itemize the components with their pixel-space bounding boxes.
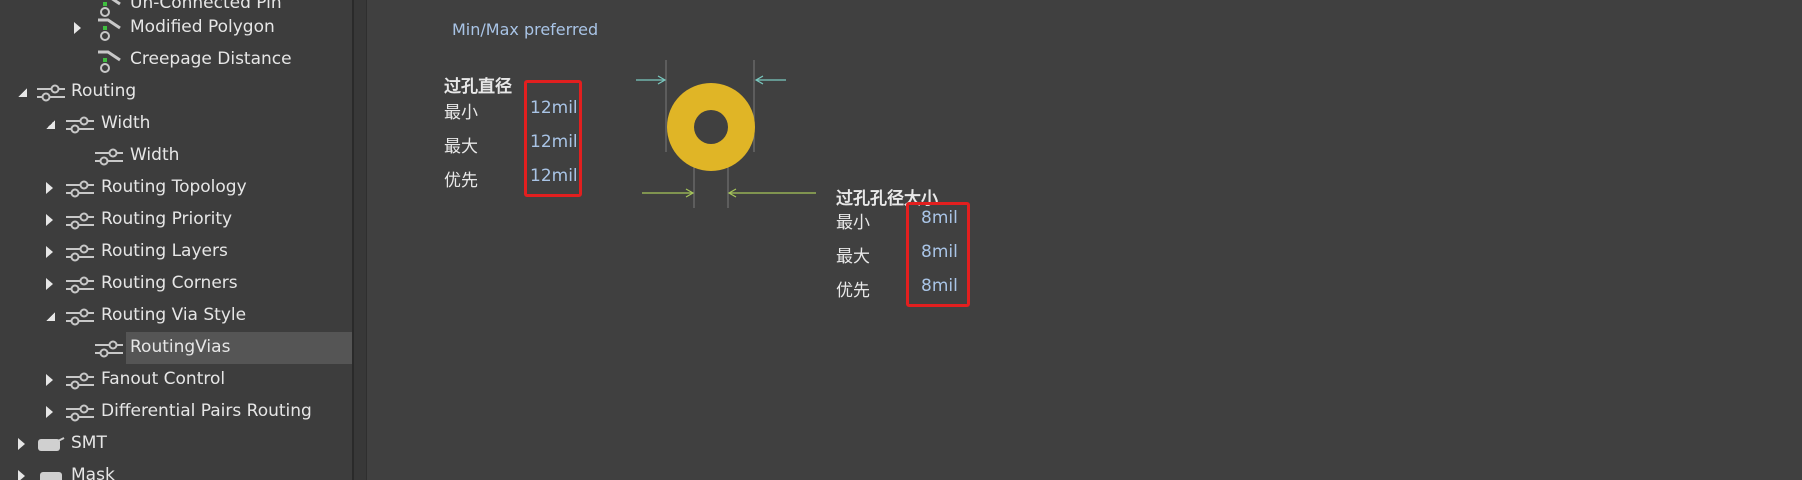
via-diameter-min-label: 最小: [444, 103, 478, 123]
via-dimension-diagram: [636, 60, 816, 208]
collapse-arrow-icon[interactable]: [46, 406, 53, 418]
tree-item-creepage-distance[interactable]: Creepage Distance: [0, 44, 352, 76]
rules-tree-panel: Un-Connected Pin Modified Polygon Creepage…: [0, 0, 352, 480]
routing-rule-icon: [65, 112, 95, 136]
via-hole-icon: [694, 110, 728, 144]
collapse-arrow-icon[interactable]: [18, 470, 25, 480]
expand-arrow-icon[interactable]: [18, 88, 27, 97]
tree-item-label: Routing Topology: [101, 177, 247, 197]
clearance-rule-icon: [94, 16, 124, 41]
tree-item-label: Width: [101, 113, 151, 133]
collapse-arrow-icon[interactable]: [46, 214, 53, 226]
tree-item-label: RoutingVias: [130, 337, 231, 357]
tree-item-smt[interactable]: SMT: [0, 428, 352, 460]
tree-item-label: Mask: [71, 465, 115, 480]
tree-item-routing-priority[interactable]: Routing Priority: [0, 204, 352, 236]
collapse-arrow-icon[interactable]: [74, 22, 81, 34]
routing-rule-icon: [94, 336, 124, 360]
routing-rule-icon: [65, 368, 95, 392]
tree-item-routing-corners[interactable]: Routing Corners: [0, 268, 352, 300]
tree-item-modified-polygon[interactable]: Modified Polygon: [0, 12, 352, 44]
hole-size-highlight-box: [906, 202, 970, 307]
rule-editor-panel: Min/Max preferred 过孔直径 最小 12mil 最大 12mil…: [366, 0, 1802, 480]
tree-item-width[interactable]: Width: [0, 108, 352, 140]
via-diameter-max-label: 最大: [444, 137, 478, 157]
routing-rule-icon: [65, 272, 95, 296]
tree-item-label: Modified Polygon: [130, 17, 275, 37]
collapse-arrow-icon[interactable]: [18, 438, 25, 450]
tree-item-label: Width: [130, 145, 180, 165]
routing-rule-icon: [36, 80, 66, 104]
tree-item-routing-via-style[interactable]: Routing Via Style: [0, 300, 352, 332]
tree-item-label: Routing Corners: [101, 273, 238, 293]
tree-item-fanout-control[interactable]: Fanout Control: [0, 364, 352, 396]
collapse-arrow-icon[interactable]: [46, 278, 53, 290]
tree-item-routing[interactable]: Routing: [0, 76, 352, 108]
tree-item-routing-layers[interactable]: Routing Layers: [0, 236, 352, 268]
tree-item-mask[interactable]: Mask: [0, 460, 352, 480]
tree-item-routingvias[interactable]: RoutingVias: [0, 332, 352, 364]
collapse-arrow-icon[interactable]: [46, 374, 53, 386]
collapse-arrow-icon[interactable]: [46, 182, 53, 194]
tree-item-label: Routing Via Style: [101, 305, 247, 325]
tree-item-label: Routing Layers: [101, 241, 228, 261]
hole-size-min-label: 最小: [836, 213, 870, 233]
constraint-mode-label: Min/Max preferred: [452, 20, 599, 39]
hole-size-preferred-label: 优先: [836, 281, 870, 301]
expand-arrow-icon[interactable]: [46, 120, 55, 129]
mask-rule-icon: [36, 464, 66, 480]
via-diameter-title: 过孔直径: [444, 77, 512, 97]
routing-rule-icon: [65, 240, 95, 264]
tree-item-routing-topology[interactable]: Routing Topology: [0, 172, 352, 204]
collapse-arrow-icon[interactable]: [46, 246, 53, 258]
tree-item-label: Routing Priority: [101, 209, 233, 229]
via-diameter-highlight-box: [524, 80, 582, 197]
expand-arrow-icon[interactable]: [46, 312, 55, 321]
routing-rule-icon: [65, 304, 95, 328]
tree-item-label: Differential Pairs Routing: [101, 401, 312, 421]
via-diameter-preferred-label: 优先: [444, 171, 478, 191]
tree-item-label: SMT: [71, 433, 107, 453]
tree-item-label: Routing: [71, 81, 137, 101]
routing-rule-icon: [94, 144, 124, 168]
clearance-rule-icon: [94, 48, 124, 73]
tree-item-label: Fanout Control: [101, 369, 226, 389]
routing-rule-icon: [65, 400, 95, 424]
tree-item-width[interactable]: Width: [0, 140, 352, 172]
hole-size-max-label: 最大: [836, 247, 870, 267]
routing-rule-icon: [65, 208, 95, 232]
routing-rule-icon: [65, 176, 95, 200]
tree-item-label: Creepage Distance: [130, 49, 292, 69]
smt-rule-icon: [36, 432, 66, 456]
tree-item-differential-pairs-routing[interactable]: Differential Pairs Routing: [0, 396, 352, 428]
